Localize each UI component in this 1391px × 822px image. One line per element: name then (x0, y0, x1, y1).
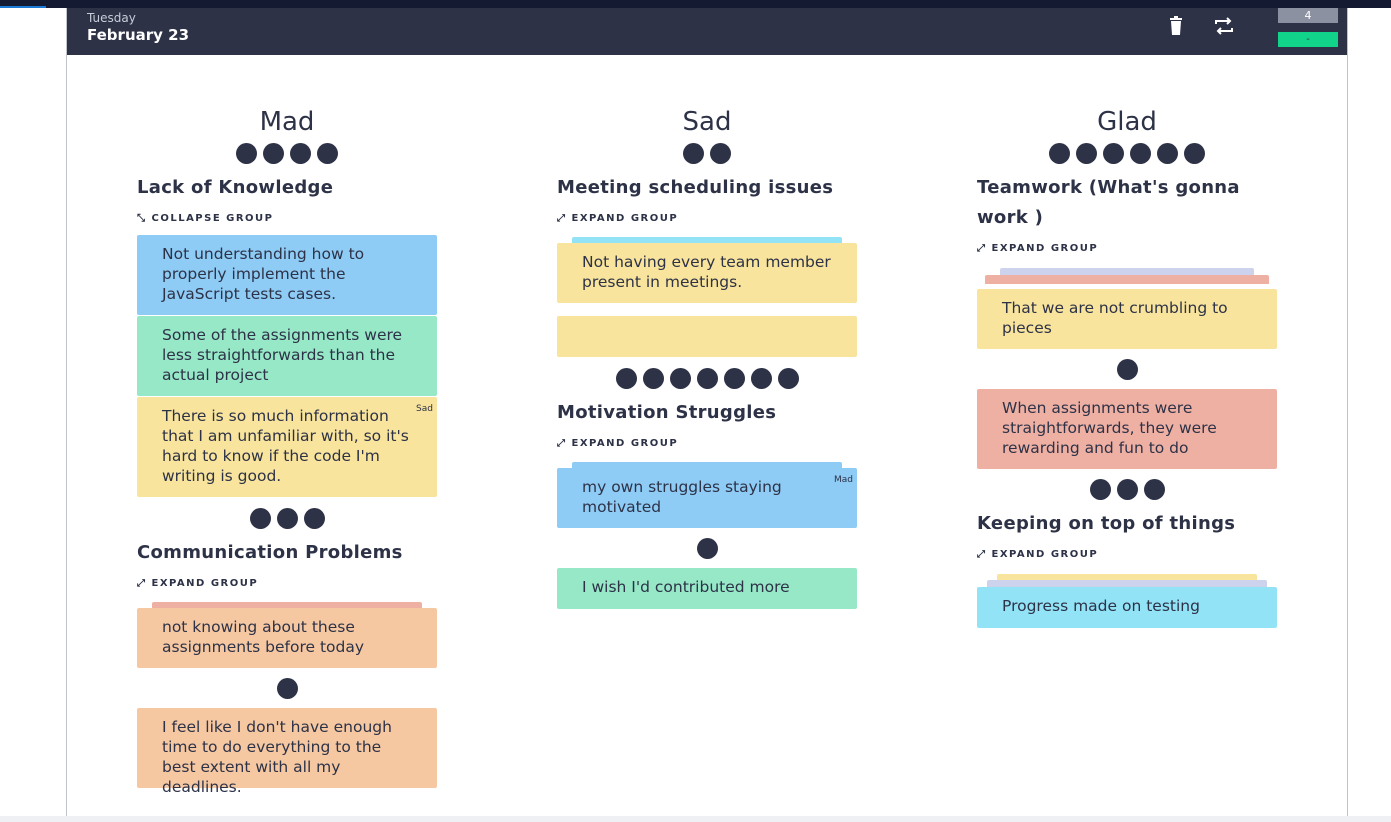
app-top-bar (0, 0, 1391, 8)
card-text: Some of the assignments were less straig… (162, 326, 403, 384)
vote-dot[interactable] (317, 143, 338, 164)
vote-dot[interactable] (696, 538, 718, 559)
card[interactable]: Not understanding how to properly implem… (137, 235, 437, 315)
vote-dot[interactable] (1157, 143, 1178, 164)
column-title-glad: Glad (1097, 107, 1157, 137)
repeat-icon[interactable] (1213, 15, 1235, 37)
column-vote-dots-mad (137, 143, 437, 164)
vote-dot[interactable] (1184, 143, 1205, 164)
expand-group-button[interactable]: ⤢ EXPAND GROUP (977, 549, 1098, 560)
card[interactable]: Some of the assignments were less straig… (137, 316, 437, 396)
vote-dot[interactable] (249, 508, 271, 529)
empty-card[interactable] (557, 316, 857, 357)
group-title[interactable]: Communication Problems (137, 538, 437, 568)
card[interactable]: Not having every team member present in … (557, 243, 857, 303)
expand-group-label: EXPAND GROUP (991, 243, 1099, 254)
expand-group-button[interactable]: ⤢ EXPAND GROUP (977, 243, 1098, 254)
weekday-label: Tuesday (87, 11, 136, 25)
column-title-sad: Sad (682, 107, 732, 137)
board-header: Tuesday February 23 4 - (67, 8, 1347, 55)
vote-dot[interactable] (683, 143, 704, 164)
group-title[interactable]: Teamwork (What's gonna work ) (977, 173, 1277, 233)
card[interactable]: That we are not crumbling to pieces (977, 289, 1277, 349)
vote-dot[interactable] (1143, 479, 1165, 500)
expand-group-button[interactable]: ⤢ EXPAND GROUP (557, 213, 678, 224)
group-vote-dots (557, 368, 857, 389)
vote-dot[interactable] (1130, 143, 1151, 164)
group-title[interactable]: Meeting scheduling issues (557, 173, 857, 203)
vote-dot[interactable] (303, 508, 325, 529)
collapse-group-label: COLLAPSE GROUP (151, 213, 274, 224)
card-text: Not having every team member present in … (582, 253, 831, 291)
column-title-mad: Mad (259, 107, 315, 137)
card[interactable]: Progress made on testing (977, 587, 1277, 628)
card-vote-dots (977, 479, 1277, 500)
vote-dot[interactable] (1076, 143, 1097, 164)
vote-dot[interactable] (710, 143, 731, 164)
vote-dot[interactable] (290, 143, 311, 164)
expand-group-label: EXPAND GROUP (571, 438, 679, 449)
column-vote-dots-glad (977, 143, 1277, 164)
active-tab-indicator (0, 6, 46, 8)
vote-dot[interactable] (1116, 359, 1138, 380)
vote-dot[interactable] (669, 368, 691, 389)
stacked-card-edge (985, 275, 1269, 284)
vote-dot[interactable] (777, 368, 799, 389)
card-text: Progress made on testing (1002, 597, 1200, 615)
card-origin-tag: Mad (834, 475, 853, 485)
collapse-group-button[interactable]: ⤡ COLLAPSE GROUP (137, 213, 274, 224)
card[interactable]: not knowing about these assignments befo… (137, 608, 437, 668)
vote-dot[interactable] (750, 368, 772, 389)
group-title[interactable]: Lack of Knowledge (137, 173, 437, 203)
card[interactable]: Mad my own struggles staying motivated (557, 468, 857, 528)
vote-dot[interactable] (1089, 479, 1111, 500)
card-text: I wish I'd contributed more (582, 578, 790, 596)
expand-group-label: EXPAND GROUP (571, 213, 679, 224)
column-vote-dots-sad (557, 143, 857, 164)
card-origin-tag: Sad (416, 404, 433, 414)
card-text: not knowing about these assignments befo… (162, 618, 365, 656)
vote-dot[interactable] (642, 368, 664, 389)
vote-dot[interactable] (723, 368, 745, 389)
card-text: When assignments were straightforwards, … (1002, 399, 1217, 457)
vote-dot[interactable] (276, 678, 298, 699)
group-vote-dots (557, 538, 857, 559)
group-title[interactable]: Motivation Struggles (557, 398, 857, 428)
bottom-scroll-bar (0, 816, 1391, 822)
card-text: There is so much information that I am u… (162, 407, 409, 485)
card-text: That we are not crumbling to pieces (1002, 299, 1228, 337)
card-text: I feel like I don't have enough time to … (162, 718, 392, 796)
vote-dot[interactable] (1116, 479, 1138, 500)
expand-group-button[interactable]: ⤢ EXPAND GROUP (557, 438, 678, 449)
card[interactable]: I feel like I don't have enough time to … (137, 708, 437, 796)
vote-dot[interactable] (615, 368, 637, 389)
card[interactable]: When assignments were straightforwards, … (977, 389, 1277, 469)
group-vote-dots (137, 508, 437, 529)
expand-group-label: EXPAND GROUP (151, 578, 259, 589)
expand-group-button[interactable]: ⤢ EXPAND GROUP (137, 578, 258, 589)
vote-dot[interactable] (236, 143, 257, 164)
card[interactable]: I wish I'd contributed more (557, 568, 857, 609)
group-vote-dots (977, 359, 1277, 380)
card-text: Not understanding how to properly implem… (162, 245, 365, 303)
vote-dot[interactable] (696, 368, 718, 389)
group-vote-dots (137, 678, 437, 699)
retro-board: Tuesday February 23 4 - Mad Lack of Know… (66, 8, 1348, 822)
date-label: February 23 (87, 26, 190, 44)
trash-icon[interactable] (1166, 15, 1188, 37)
vote-dot[interactable] (1049, 143, 1070, 164)
vote-dot[interactable] (263, 143, 284, 164)
vote-dot[interactable] (1103, 143, 1124, 164)
card[interactable]: Sad There is so much information that I a… (137, 397, 437, 497)
vote-counter: 4 (1278, 8, 1338, 23)
card-text: my own struggles staying motivated (582, 478, 782, 516)
expand-group-label: EXPAND GROUP (991, 549, 1099, 560)
vote-dot[interactable] (276, 508, 298, 529)
group-title[interactable]: Keeping on top of things (977, 509, 1277, 539)
progress-indicator: - (1278, 32, 1338, 47)
